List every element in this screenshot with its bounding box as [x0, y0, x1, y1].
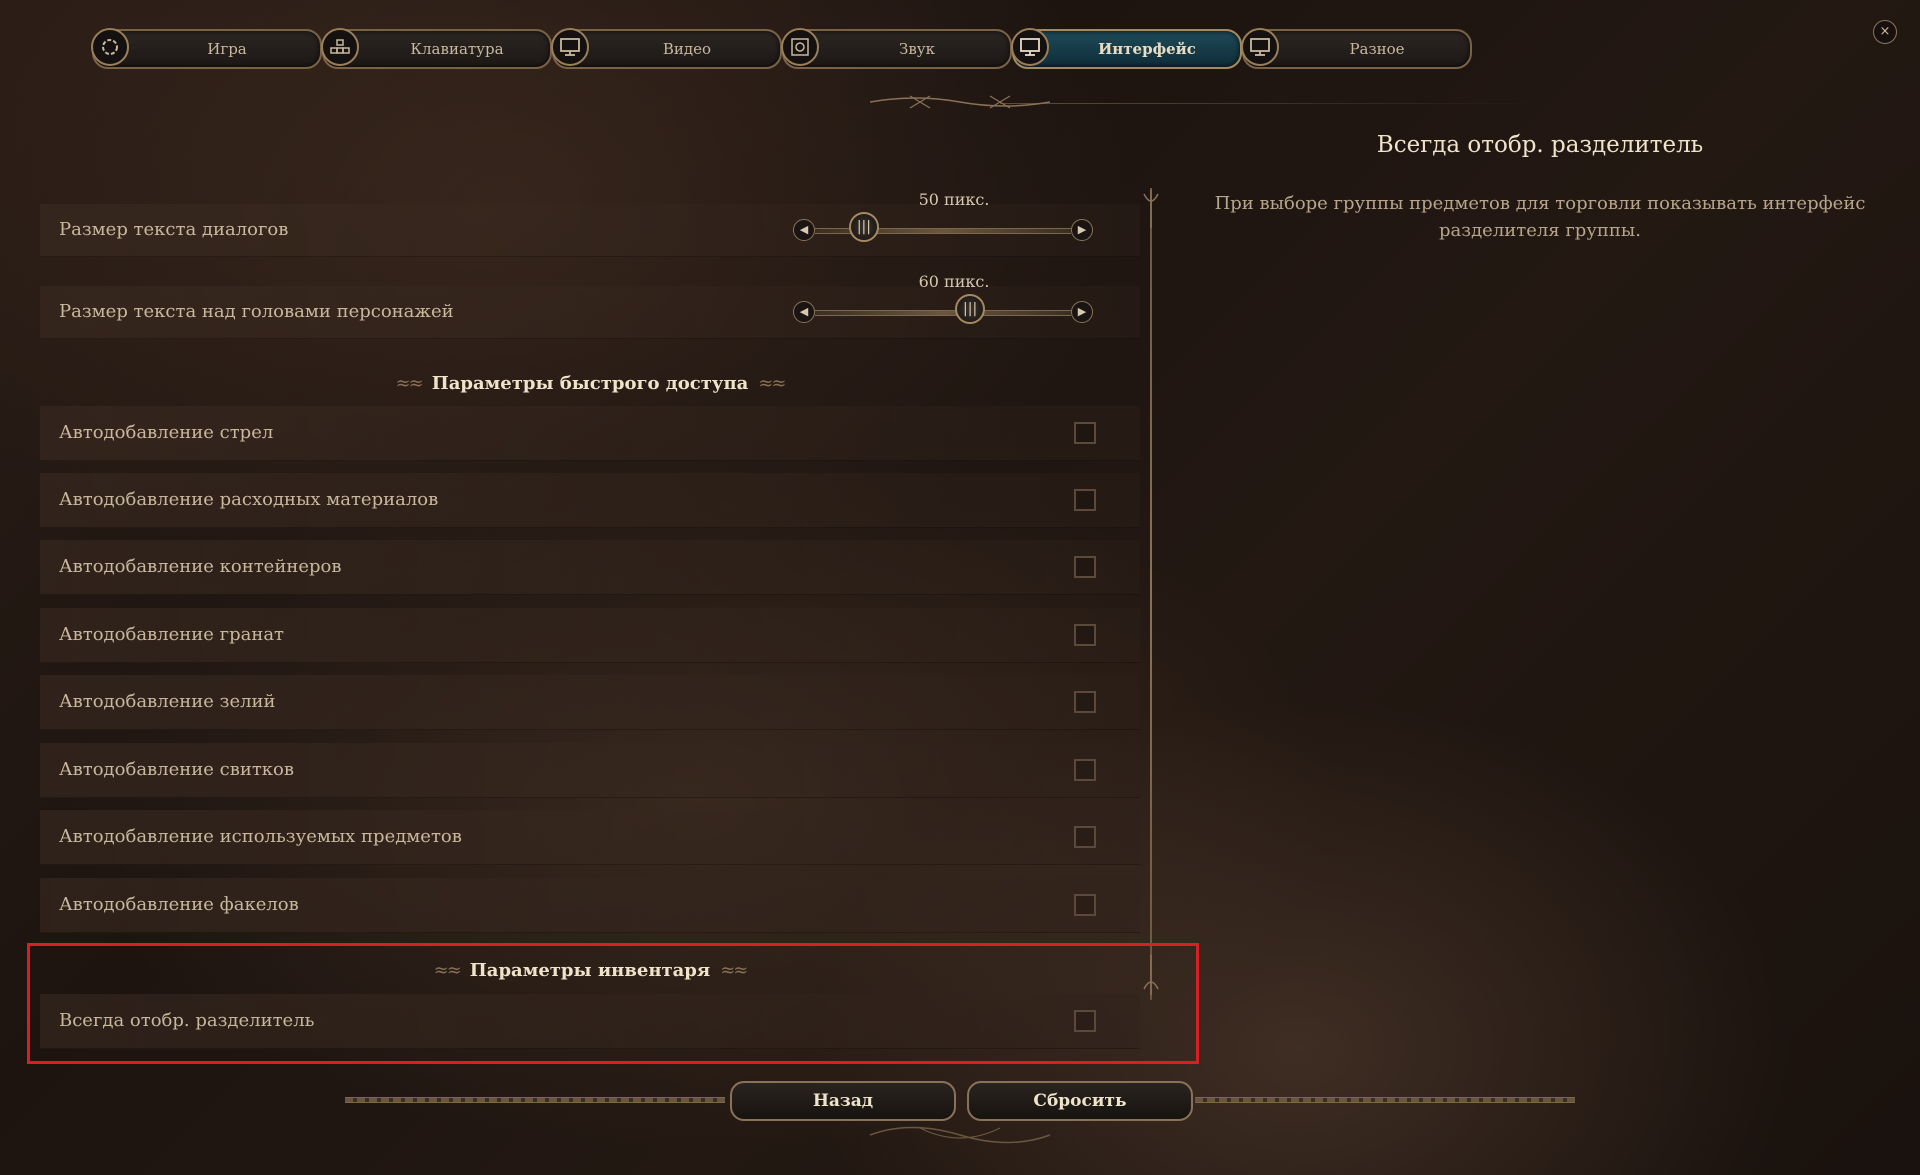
tab-label: Звук — [899, 40, 935, 58]
checkbox[interactable] — [1074, 691, 1096, 713]
ornament-right-icon: ≈≈ — [758, 373, 786, 394]
reset-button[interactable]: Сбросить — [967, 1081, 1193, 1121]
list-item[interactable]: Автодобавление гранат — [40, 608, 1140, 663]
slider-handle[interactable]: ||| — [848, 212, 879, 242]
slider-track[interactable] — [815, 310, 1071, 316]
ornament-divider — [870, 95, 1050, 109]
tab-interface[interactable]: Интерфейс — [1011, 28, 1242, 69]
setting-label: Автодобавление контейнеров — [59, 556, 342, 577]
setting-label: Автодобавление зелий — [59, 691, 276, 712]
bottom-ornament-line — [1195, 1097, 1575, 1103]
checkbox[interactable] — [1074, 759, 1096, 781]
list-item[interactable]: Автодобавление стрел — [40, 406, 1140, 461]
list-item[interactable]: Автодобавление расходных материалов — [40, 473, 1140, 528]
setting-label: Размер текста над головами персонажей — [59, 301, 454, 322]
list-item[interactable]: Автодобавление контейнеров — [40, 540, 1140, 595]
list-item[interactable]: Автодобавление свитков — [40, 743, 1140, 798]
tab-label: Интерфейс — [1098, 40, 1196, 58]
description-text: При выборе группы предметов для торговли… — [1214, 193, 1866, 241]
tab-label: Видео — [662, 40, 712, 58]
slider-right-arrow-icon[interactable]: ▶ — [1071, 219, 1093, 241]
section-title-text: Параметры быстрого доступа — [431, 373, 749, 394]
scroll-top-ornament-icon — [1143, 188, 1159, 228]
setting-label: Размер текста диалогов — [59, 219, 289, 240]
checkbox[interactable] — [1074, 826, 1096, 848]
highlight-box — [27, 943, 1199, 1064]
ornament-left-icon: ≈≈ — [395, 373, 424, 394]
close-button[interactable]: × — [1873, 20, 1897, 44]
slider-value: 50 пикс. — [918, 190, 990, 209]
setting-label: Автодобавление расходных материалов — [59, 489, 439, 510]
tab-sound[interactable]: Звук — [781, 28, 1012, 69]
settings-list: Размер текста диалогов 50 пикс. ◀ ▶ ||| … — [40, 150, 1140, 1050]
slider-left-arrow-icon[interactable]: ◀ — [793, 301, 815, 323]
checkbox[interactable] — [1074, 894, 1096, 916]
setting-label: Автодобавление используемых предметов — [59, 826, 462, 847]
list-item[interactable]: Автодобавление зелий — [40, 675, 1140, 730]
list-item[interactable]: Автодобавление факелов — [40, 878, 1140, 933]
bottom-ornament-line — [345, 1097, 725, 1103]
list-item[interactable]: Автодобавление используемых предметов — [40, 810, 1140, 865]
slider-handle[interactable]: ||| — [955, 294, 986, 324]
checkbox[interactable] — [1074, 624, 1096, 646]
section-title-quick-access: ≈≈ Параметры быстрого доступа ≈≈ — [40, 373, 1140, 394]
setting-label: Автодобавление факелов — [59, 894, 299, 915]
header-separator — [1000, 103, 1540, 104]
setting-label: Автодобавление гранат — [59, 624, 285, 645]
tab-label: Клавиатура — [410, 40, 504, 58]
description-title: Всегда отобр. разделитель — [1376, 132, 1704, 158]
scrollbar[interactable] — [1150, 190, 1152, 1000]
bottom-ornament-icon — [869, 1126, 1051, 1144]
tab-game[interactable]: Игра — [91, 28, 322, 69]
gear-icon — [91, 28, 129, 66]
setting-label: Автодобавление свитков — [59, 759, 295, 780]
keyboard-icon — [321, 28, 359, 66]
speaker-icon — [781, 28, 819, 66]
setting-label: Автодобавление стрел — [59, 422, 274, 443]
monitor-icon — [1011, 28, 1049, 66]
back-button[interactable]: Назад — [730, 1081, 956, 1121]
checkbox[interactable] — [1074, 489, 1096, 511]
tab-keyboard[interactable]: Клавиатура — [321, 28, 552, 69]
checkbox[interactable] — [1074, 556, 1096, 578]
tab-label: Игра — [207, 40, 247, 58]
tab-video[interactable]: Видео — [551, 28, 782, 69]
slider-right-arrow-icon[interactable]: ▶ — [1071, 301, 1093, 323]
tab-label: Разное — [1349, 40, 1405, 58]
monitor-icon — [551, 28, 589, 66]
dialog-text-size-slider[interactable]: ◀ ▶ ||| — [793, 212, 1093, 245]
checkbox[interactable] — [1074, 422, 1096, 444]
tab-misc[interactable]: Разное — [1241, 28, 1472, 69]
monitor-icon — [1241, 28, 1279, 66]
overhead-text-size-slider[interactable]: ◀ ▶ ||| — [793, 294, 1093, 327]
slider-left-arrow-icon[interactable]: ◀ — [793, 219, 815, 241]
slider-value: 60 пикс. — [918, 272, 990, 291]
